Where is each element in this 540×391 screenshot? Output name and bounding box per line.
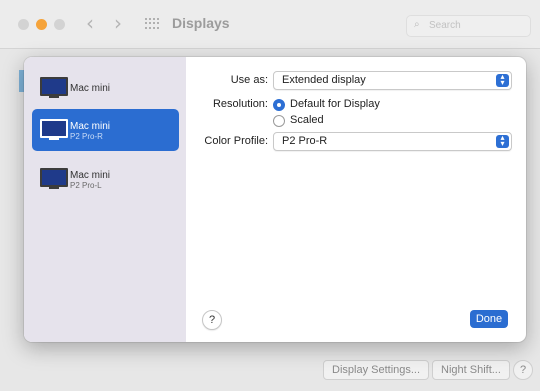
search-placeholder: Search [429, 20, 461, 31]
display-item-name: Mac mini [70, 83, 111, 94]
forward-chevron-icon[interactable]: › [114, 13, 122, 33]
window-title: Displays [172, 15, 230, 31]
display-item-p2-pro-l[interactable]: Mac mini P2 Pro-L [32, 158, 179, 200]
use-as-label: Use as: [230, 74, 268, 86]
show-all-grid-icon[interactable] [145, 18, 160, 30]
back-chevron-icon[interactable]: ‹ [86, 13, 94, 33]
use-as-value: Extended display [282, 74, 366, 86]
display-settings-button[interactable]: Display Settings... [323, 360, 430, 380]
night-shift-button[interactable]: Night Shift... [432, 360, 510, 380]
display-item-mac-mini[interactable]: Mac mini [32, 67, 179, 109]
display-list-sidebar: Mac mini Mac mini P2 Pro-R Mac mini P2 P… [24, 57, 186, 342]
color-profile-label: Color Profile: [204, 135, 268, 147]
resolution-default-label: Default for Display [290, 98, 380, 110]
use-as-popup[interactable]: Extended display ▴ ▾ [273, 71, 512, 90]
color-profile-popup[interactable]: P2 Pro-R ▴ ▾ [273, 132, 512, 151]
display-settings-sheet: Mac mini Mac mini P2 Pro-R Mac mini P2 P… [24, 57, 526, 342]
display-item-subtitle: P2 Pro-L [70, 181, 102, 190]
done-button[interactable]: Done [470, 310, 508, 328]
display-settings-panel: Use as: Extended display ▴ ▾ Resolution: … [186, 57, 526, 342]
display-item-name: Mac mini [70, 121, 111, 132]
radio-unselected-icon[interactable] [273, 115, 285, 127]
display-item-p2-pro-r[interactable]: Mac mini P2 Pro-R [32, 109, 179, 151]
updown-chevron-icon: ▴ ▾ [496, 134, 509, 148]
search-input[interactable]: ⌕ Search [406, 15, 531, 37]
resolution-scaled-label: Scaled [290, 114, 324, 126]
color-profile-value: P2 Pro-R [282, 135, 328, 147]
display-item-name: Mac mini [70, 170, 111, 181]
resolution-label: Resolution: [212, 98, 268, 110]
monitor-icon [40, 77, 68, 98]
close-window-button[interactable] [18, 19, 29, 30]
radio-selected-icon[interactable] [273, 99, 285, 111]
updown-chevron-icon: ▴ ▾ [496, 73, 509, 87]
zoom-window-button[interactable] [54, 19, 65, 30]
help-button[interactable]: ? [202, 310, 222, 330]
display-item-subtitle: P2 Pro-R [70, 132, 103, 141]
title-bar: ‹ › Displays ⌕ Search [0, 0, 540, 49]
window-help-button[interactable]: ? [513, 360, 533, 380]
monitor-icon [40, 168, 68, 189]
search-icon: ⌕ [414, 19, 420, 30]
minimize-window-button[interactable] [36, 19, 47, 30]
monitor-icon [40, 119, 68, 140]
